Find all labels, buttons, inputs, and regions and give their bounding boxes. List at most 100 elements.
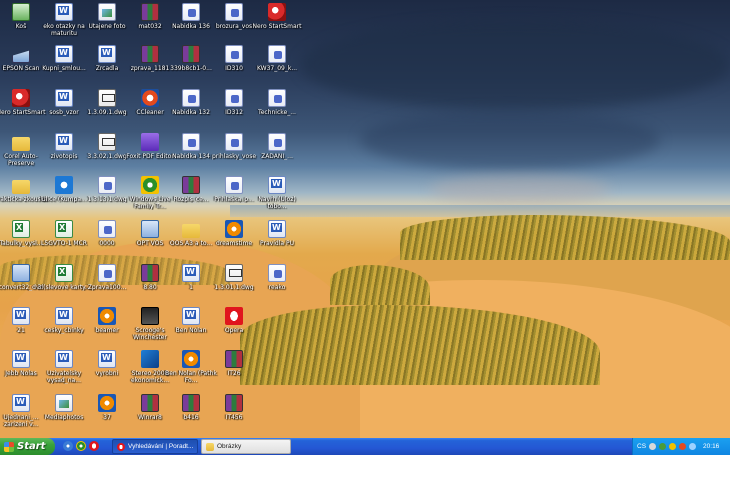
wallpaper-cloud [300, 20, 730, 110]
clock[interactable]: 20:16 [703, 443, 719, 450]
rar-archive-icon [225, 350, 243, 368]
excel-file-icon [55, 264, 73, 282]
pdf-file-icon [225, 89, 243, 107]
desktop-icon[interactable]: IT456 [205, 394, 263, 438]
update-icon[interactable] [679, 443, 687, 450]
nero-icon [268, 3, 286, 21]
desktop-icon[interactable]: ZADANI_... [248, 133, 306, 177]
desktop-icon[interactable]: Technicke_... [248, 89, 306, 133]
desktop-icon-label: IT26 [227, 370, 241, 377]
desktop-icon-label: KW37_09_k... [256, 65, 298, 72]
word-doc-icon [12, 394, 30, 412]
desktop-icon[interactable]: Nero StartSmart [248, 3, 306, 47]
desktop-icon[interactable]: Opera [205, 307, 263, 351]
desktop-icon[interactable]: KW37_09_k... [248, 45, 306, 89]
desktop-icon-label: IT456 [225, 414, 243, 421]
word-doc-icon [268, 220, 286, 238]
language-indicator[interactable]: CS [637, 443, 646, 450]
foxit-icon [141, 133, 159, 151]
excel-file-icon [12, 220, 30, 238]
video-icon [225, 220, 243, 238]
desktop-icon-label: Technicke_... [258, 109, 296, 116]
dark-app-icon [141, 307, 159, 325]
desktop-icon[interactable]: Navrh (Uloz) tobo... [248, 176, 306, 220]
word-doc-icon [98, 45, 116, 63]
word-doc-icon [55, 89, 73, 107]
desktop-icon-label: Opera [224, 327, 244, 334]
desktop-icon-label: Navrh (Uloz) tobo... [258, 196, 296, 210]
word-doc-icon [12, 350, 30, 368]
pdf-file-icon [98, 220, 116, 238]
pdf-file-icon [182, 133, 200, 151]
pdf-file-icon [98, 176, 116, 194]
pdf-file-icon [268, 264, 286, 282]
dwg-file-icon [225, 264, 243, 282]
video-icon [98, 394, 116, 412]
pdf-file-icon [225, 45, 243, 63]
word-doc-icon [182, 307, 200, 325]
opera-icon [117, 442, 125, 451]
word-doc-icon [55, 307, 73, 325]
dwg-file-icon [98, 133, 116, 151]
desktop-icon[interactable]: Pravidla PU [248, 220, 306, 264]
ccleaner-icon [141, 89, 159, 107]
video-icon [182, 350, 200, 368]
pdf-file-icon [182, 3, 200, 21]
word-doc-icon [55, 3, 73, 21]
pdf-file-icon [225, 3, 243, 21]
program-icon [12, 264, 30, 282]
nero-icon [12, 89, 30, 107]
word-doc-icon [55, 350, 73, 368]
desktop: Košeko otazky na maturituUtajene fotomat… [0, 0, 730, 438]
task-button-browser[interactable]: Vyhledávání | Poradt... [112, 439, 198, 454]
excel-file-icon [55, 220, 73, 238]
rar-archive-icon [141, 45, 159, 63]
stereo-icon [141, 350, 159, 368]
rar-archive-icon [141, 394, 159, 412]
show-desktop-icon[interactable] [63, 441, 73, 451]
pdf-file-icon [268, 45, 286, 63]
opera-icon[interactable] [89, 441, 99, 451]
taskbar: Start Vyhledávání | Poradt... Obrázky CS… [0, 438, 730, 455]
image-file-icon [55, 394, 73, 412]
folder-icon [12, 137, 30, 151]
bluetooth-icon[interactable] [689, 443, 697, 450]
rar-archive-icon [182, 45, 200, 63]
task-label: Obrázky [217, 443, 242, 450]
system-tray: CS 20:16 [632, 438, 730, 455]
antivirus-icon[interactable] [659, 443, 667, 450]
word-doc-icon [12, 307, 30, 325]
dwg-file-icon [98, 89, 116, 107]
opera-icon [225, 307, 243, 325]
scanner-icon [12, 50, 30, 63]
folder-icon [12, 180, 30, 194]
word-doc-icon [268, 176, 286, 194]
pdf-file-icon [98, 264, 116, 282]
desktop-icon-label: Pravidla PU [260, 240, 294, 247]
pdf-file-icon [225, 133, 243, 151]
pdf-file-icon [182, 89, 200, 107]
program-icon [141, 220, 159, 238]
task-label: Vyhledávání | Poradt... [128, 443, 194, 450]
windows-flag-icon [4, 441, 14, 452]
speaker-icon[interactable] [669, 443, 677, 450]
word-doc-icon [55, 133, 73, 151]
rar-archive-icon [141, 264, 159, 282]
desktop-icon[interactable]: IT26 [205, 350, 263, 394]
media-icon [141, 176, 159, 194]
rar-archive-icon [182, 176, 200, 194]
start-button[interactable]: Start [0, 438, 55, 455]
rar-archive-icon [182, 394, 200, 412]
wallpaper-cloud [360, 110, 660, 170]
desktop-icon-label: Nero StartSmart [252, 23, 302, 30]
desktop-icon[interactable]: reako [248, 264, 306, 308]
task-button-folder[interactable]: Obrázky [201, 439, 291, 454]
rar-archive-icon [141, 3, 159, 21]
wallpaper-cloud [430, 175, 610, 205]
media-player-icon[interactable] [76, 441, 86, 451]
desktop-icon-label: reako [268, 284, 286, 291]
pdf-file-icon [268, 89, 286, 107]
internet-explorer-icon [55, 176, 73, 194]
rar-archive-icon [225, 394, 243, 412]
network-icon[interactable] [649, 443, 657, 450]
